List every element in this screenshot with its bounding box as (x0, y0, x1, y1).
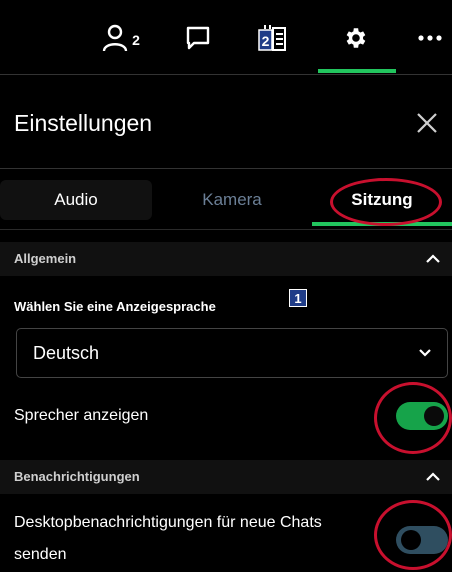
toolbar-divider (0, 74, 452, 75)
tab-camera[interactable]: Kamera (162, 180, 302, 220)
desktop-notifications-label-line2: senden (14, 546, 67, 563)
notes-badge: 2 (262, 33, 270, 49)
language-label: Wählen Sie eine Anzeigesprache (14, 299, 216, 314)
close-button[interactable] (408, 104, 446, 142)
participants-button[interactable]: 2 (94, 18, 148, 58)
show-speaker-label: Sprecher anzeigen (14, 407, 149, 424)
header-divider (0, 168, 452, 169)
close-icon (417, 113, 437, 133)
session-tab-indicator (312, 222, 452, 226)
gear-icon (346, 28, 366, 48)
tabs-divider (0, 229, 452, 230)
chevron-up-icon (426, 254, 440, 263)
section-notifications-title: Benachrichtigungen (14, 469, 140, 484)
show-speaker-toggle[interactable] (396, 402, 448, 430)
settings-button[interactable] (332, 18, 378, 58)
chevron-down-icon (419, 349, 431, 357)
toggle-knob (401, 530, 421, 550)
more-icon (418, 35, 442, 41)
panel-title: Einstellungen (14, 110, 153, 136)
section-general-header[interactable]: Allgemein (0, 242, 452, 276)
chat-button[interactable] (180, 18, 216, 58)
tab-session[interactable]: Sitzung (312, 180, 452, 220)
settings-tabs: Audio Kamera Sitzung (0, 178, 452, 226)
more-button[interactable] (410, 18, 450, 58)
desktop-notifications-label-line1: Desktopbenachrichtigungen für neue Chats (14, 514, 322, 531)
panel-header: Einstellungen (0, 96, 452, 158)
section-general-title: Allgemein (14, 251, 77, 266)
active-tab-indicator (318, 69, 396, 73)
language-annotation-badge: 1 (289, 289, 307, 307)
person-icon (102, 24, 128, 52)
notes-icon: 2 (258, 25, 286, 51)
chevron-up-icon (426, 472, 440, 481)
participants-count: 2 (132, 32, 140, 48)
language-select[interactable]: Deutsch (16, 328, 448, 378)
top-toolbar: 2 2 (0, 0, 452, 74)
language-select-value: Deutsch (33, 343, 100, 363)
notes-button[interactable]: 2 (252, 18, 292, 58)
desktop-notifications-toggle[interactable] (396, 526, 448, 554)
tab-audio[interactable]: Audio (0, 180, 152, 220)
toggle-knob (424, 406, 444, 426)
chat-icon (186, 26, 210, 50)
section-notifications-header[interactable]: Benachrichtigungen (0, 460, 452, 494)
